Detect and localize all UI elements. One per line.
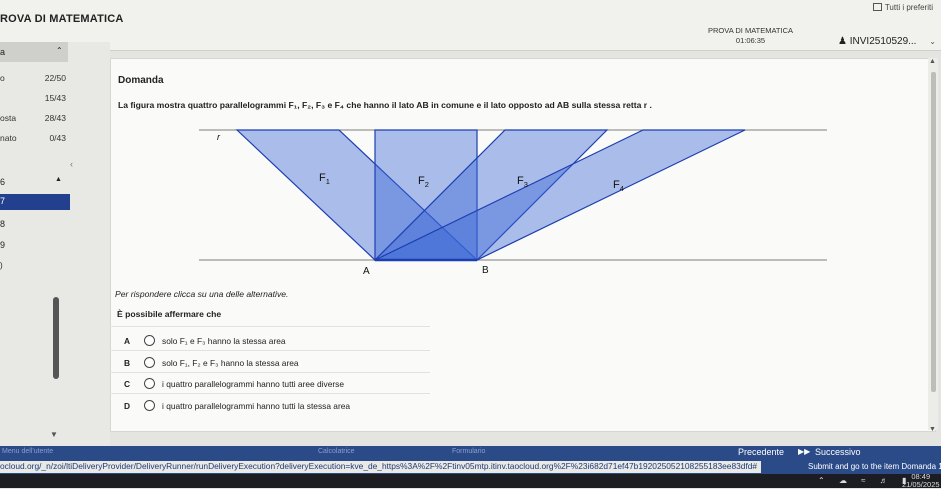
sidebar-section-label: a: [0, 47, 6, 57]
question-item[interactable]: 8: [0, 217, 70, 233]
choice-c[interactable]: C i quattro parallelogrammi hanno tutti …: [116, 377, 416, 393]
question-item-current[interactable]: 7: [0, 194, 70, 210]
test-title: PROVA DI MATEMATICA: [708, 26, 794, 35]
content-scrollbar-thumb[interactable]: [931, 72, 936, 392]
folder-icon: [872, 3, 882, 11]
question-number: 8: [0, 219, 6, 229]
sidebar-stat-row[interactable]: nato 0/43: [0, 130, 70, 146]
chevron-up-icon: ⌃: [56, 46, 63, 55]
choice-a[interactable]: A solo F₁ e F₃ hanno la stessa area: [116, 334, 416, 350]
divider: [110, 372, 430, 373]
choice-letter: C: [124, 379, 131, 389]
sidebar-stat-row[interactable]: osta 28/43: [0, 110, 70, 126]
stat-count: 0/43: [49, 133, 66, 143]
stat-name: o: [0, 73, 5, 83]
question-number: 7: [0, 196, 6, 206]
choice-letter: B: [124, 358, 131, 368]
chevron-down-icon: ⌄: [929, 37, 936, 46]
choice-text: solo F₁ e F₃ hanno la stessa area: [162, 336, 286, 346]
fast-forward-icon: ▶▶: [798, 447, 811, 456]
divider: [110, 326, 430, 327]
line-r-label: r: [217, 132, 221, 142]
status-url: ocloud.org/_n/zoi/ltiDeliveryProvider/De…: [0, 461, 762, 473]
chevron-down-icon[interactable]: ▼: [50, 430, 58, 439]
stat-count: 22/50: [44, 73, 66, 83]
item-marker: ): [0, 261, 3, 270]
point-a-label: A: [363, 266, 370, 276]
calculator-tool[interactable]: Calcolatrice: [318, 448, 355, 455]
question-item[interactable]: 6 ▲: [0, 175, 70, 191]
choice-letter: D: [124, 401, 131, 411]
user-menu-tool[interactable]: Menu dell'utente: [2, 448, 53, 455]
cloud-icon: ☁: [838, 476, 853, 485]
clock[interactable]: 08:49 21/05/2025: [902, 473, 940, 489]
formulas-tool[interactable]: Formulario: [452, 448, 485, 455]
point-b-label: B: [482, 265, 489, 276]
stat-name: nato: [0, 133, 17, 143]
chevron-up-icon: ▲: [55, 176, 62, 183]
choice-text: i quattro parallelogrammi hanno tutti ar…: [162, 379, 345, 389]
test-info: PROVA DI MATEMATICA 01:06:35: [708, 26, 793, 46]
choice-text: solo F₁, F₂ e F₃ hanno la stessa area: [162, 358, 299, 368]
radio-button[interactable]: [144, 378, 155, 389]
app-header: ROVA DI MATEMATICA Tutti i preferiti PRO…: [0, 0, 941, 51]
chevron-up-icon: ⌃: [818, 476, 831, 485]
status-bar: ocloud.org/_n/zoi/ltiDeliveryProvider/De…: [0, 460, 941, 474]
bookmarks-folder[interactable]: Tutti i preferiti: [872, 3, 933, 12]
scroll-down-icon[interactable]: ▼: [929, 426, 936, 433]
divider: [110, 350, 430, 351]
parallelograms-figure: r A B F1 F2 F3 F4: [199, 129, 827, 276]
stat-count: 15/43: [44, 93, 66, 103]
choice-d[interactable]: D i quattro parallelogrammi hanno tutti …: [116, 399, 416, 415]
sidebar-stat-row[interactable]: 15/43: [0, 90, 70, 106]
timer: 01:06:35: [735, 36, 766, 45]
question-heading: Domanda: [118, 75, 164, 86]
next-label: Successivo: [815, 447, 861, 457]
os-taskbar: ⌃ ☁ ≈ ♬ ▮ 08:49 21/05/2025: [0, 473, 941, 489]
collapse-sidebar-icon[interactable]: ‹: [70, 159, 73, 169]
choice-letter: A: [124, 336, 131, 346]
sidebar-section-header[interactable]: a ⌃: [0, 42, 68, 62]
radio-button[interactable]: [144, 357, 155, 368]
question-number: 6: [0, 177, 6, 187]
question-number: 9: [0, 240, 6, 250]
user-icon: ♟: [838, 36, 847, 47]
section-sidebar: a ⌃ o 22/50 15/43 osta 28/43 nato 0/43 ‹…: [0, 42, 110, 447]
sidebar-stat-row[interactable]: o 22/50: [0, 70, 70, 86]
choice-b[interactable]: B solo F₁, F₂ e F₃ hanno la stessa area: [116, 356, 416, 372]
previous-label: Precedente: [738, 447, 785, 457]
volume-icon: ♬: [879, 476, 894, 485]
question-text: La figura mostra quattro parallelogrammi…: [118, 100, 652, 110]
question-prompt: È possibile affermare che: [117, 309, 222, 319]
choice-text: i quattro parallelogrammi hanno tutti la…: [162, 401, 351, 411]
user-menu[interactable]: ♟ INVI2510529... ⌄: [838, 36, 936, 47]
user-code: INVI2510529...: [849, 36, 917, 47]
app-brand-title: ROVA DI MATEMATICA: [0, 13, 124, 25]
sidebar-scrollbar-thumb[interactable]: [53, 297, 59, 379]
submit-hint: Submit and go to the item Domanda 18: [808, 462, 941, 471]
system-tray[interactable]: ⌃ ☁ ≈ ♬ ▮: [818, 476, 912, 485]
wifi-icon: ≈: [861, 476, 872, 485]
content-scrollbar[interactable]: ▲ ▼: [928, 58, 938, 433]
previous-button[interactable]: Precedente: [718, 446, 803, 460]
stat-count: 28/43: [44, 113, 66, 123]
question-item[interactable]: 9: [0, 238, 70, 254]
question-item[interactable]: ): [0, 259, 70, 275]
divider: [110, 393, 430, 394]
next-button[interactable]: ▶▶ Successivo: [795, 446, 941, 460]
instruction-text: Per rispondere clicca su una delle alter…: [115, 289, 289, 299]
bookmarks-label: Tutti i preferiti: [884, 3, 933, 12]
radio-button[interactable]: [144, 335, 155, 346]
radio-button[interactable]: [144, 400, 155, 411]
scroll-up-icon[interactable]: ▲: [929, 58, 936, 65]
stat-name: osta: [0, 113, 17, 123]
